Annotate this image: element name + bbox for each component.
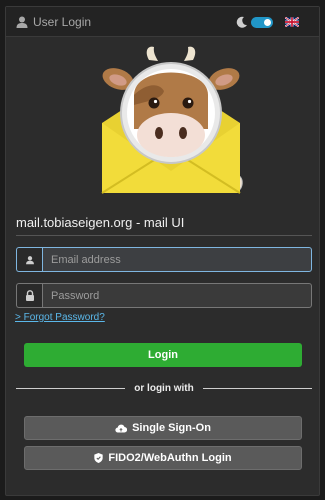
separator-line-left [16, 387, 126, 389]
mailcow-logo [101, 46, 243, 194]
user-icon [16, 16, 28, 28]
login-button-label: Login [148, 349, 178, 361]
dark-mode-toggle[interactable] [251, 17, 273, 28]
title-divider [16, 235, 312, 236]
server-title: mail.tobiaseigen.org - mail UI [16, 215, 185, 230]
password-field-group [16, 283, 312, 308]
email-field-group [16, 247, 312, 272]
sso-button-label: Single Sign-On [132, 422, 211, 434]
uk-flag-icon[interactable] [285, 17, 299, 27]
separator-line-right [202, 387, 312, 389]
lock-icon [25, 290, 34, 301]
separator-text: or login with [134, 382, 194, 394]
password-addon [16, 283, 42, 308]
forgot-password-link[interactable]: > Forgot Password? [15, 312, 105, 323]
fido2-button-label: FIDO2/WebAuthn Login [108, 452, 232, 464]
login-panel: User Login mail.tobiaseigen.org - mail U… [5, 6, 320, 496]
email-input[interactable] [42, 247, 312, 272]
user-icon [25, 255, 34, 264]
password-input[interactable] [42, 283, 312, 308]
login-button[interactable]: Login [24, 343, 302, 367]
cloud-upload-icon [115, 424, 128, 433]
email-addon [16, 247, 42, 272]
alt-login-separator: or login with [16, 381, 312, 395]
page-title: User Login [33, 15, 92, 29]
shield-icon [94, 453, 104, 463]
moon-icon [236, 16, 247, 28]
sso-button[interactable]: Single Sign-On [24, 416, 302, 440]
fido2-button[interactable]: FIDO2/WebAuthn Login [24, 446, 302, 470]
panel-header: User Login [6, 7, 319, 37]
toggle-knob [264, 19, 271, 26]
